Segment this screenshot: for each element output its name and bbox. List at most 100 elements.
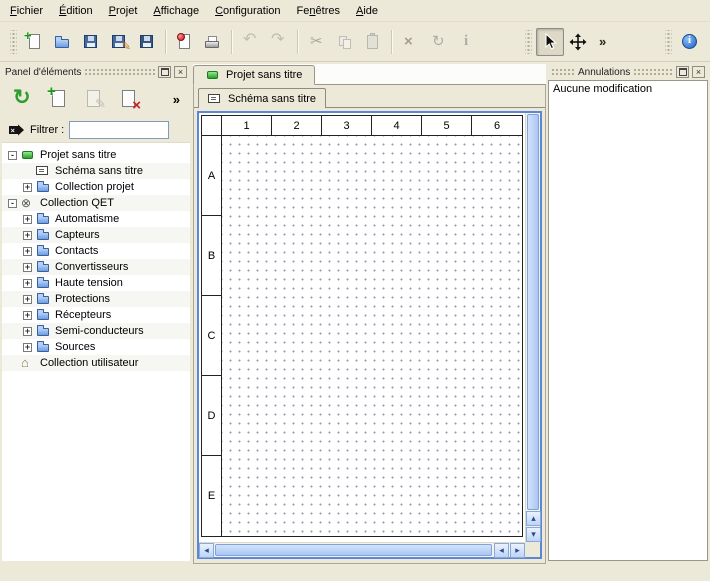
menu-affichage[interactable]: Affichage <box>145 2 207 20</box>
tree-item-convertisseurs[interactable]: +Convertisseurs <box>2 259 190 275</box>
tree-item-schema-sans-titre[interactable]: Schéma sans titre <box>2 163 190 179</box>
new-element-button[interactable]: + <box>43 84 73 114</box>
scroll-right-button[interactable] <box>510 543 525 558</box>
undo-panel-titlebar[interactable]: Annulations × <box>548 64 708 80</box>
tree-expander-plus[interactable]: + <box>23 311 32 320</box>
scroll-left-button[interactable] <box>199 543 214 558</box>
toolbar-grip[interactable] <box>665 30 672 54</box>
horizontal-scrollbar[interactable] <box>199 542 525 557</box>
delete-element-button[interactable]: × <box>113 84 143 114</box>
ruler-corner <box>202 116 222 136</box>
diagram-canvas[interactable] <box>222 136 522 536</box>
paste-icon <box>364 33 382 51</box>
save-file-icon <box>82 33 100 51</box>
cut-button[interactable]: ✂ <box>303 28 331 56</box>
delete-selection-icon: × <box>402 33 420 51</box>
select-mode-button[interactable] <box>536 28 564 56</box>
project-tabbar: Projet sans titre <box>193 64 546 85</box>
copy-icon <box>336 33 354 51</box>
menu-projet[interactable]: Projet <box>101 2 146 20</box>
tree-expander-plus[interactable]: + <box>23 215 32 224</box>
close-undo-panel-button[interactable]: × <box>692 66 705 78</box>
user-collection-icon: ⌂ <box>21 357 36 369</box>
filter-input[interactable] <box>69 121 169 139</box>
close-file-button[interactable] <box>171 28 199 56</box>
scroll-down-button[interactable] <box>526 527 541 542</box>
paste-button[interactable] <box>359 28 387 56</box>
tree-item-collection-projet[interactable]: +Collection projet <box>2 179 190 195</box>
tab-schema-sans-titre[interactable]: Schéma sans titre <box>198 88 326 108</box>
undo-list: Aucune modification <box>548 80 708 561</box>
menu-fichier[interactable]: Fichier <box>2 2 51 20</box>
elements-panel-titlebar[interactable]: Panel d'éléments × <box>2 64 190 80</box>
redo-button[interactable]: ↷ <box>265 28 293 56</box>
cut-icon: ✂ <box>308 33 326 51</box>
tree-item-recepteurs[interactable]: +Récepteurs <box>2 307 190 323</box>
new-file-button[interactable]: + <box>21 28 49 56</box>
tree-expander-plus[interactable]: + <box>23 247 32 256</box>
tree-item-label: Collection utilisateur <box>40 357 138 369</box>
copy-button[interactable] <box>331 28 359 56</box>
tree-item-capteurs[interactable]: +Capteurs <box>2 227 190 243</box>
float-panel-button[interactable] <box>158 66 171 78</box>
h-scroll-thumb[interactable] <box>215 544 492 556</box>
tree-expander-plus[interactable]: + <box>23 327 32 336</box>
tree-item-automatisme[interactable]: +Automatisme <box>2 211 190 227</box>
tree-expander-plus[interactable]: + <box>23 183 32 192</box>
pan-mode-button[interactable] <box>564 28 592 56</box>
rotate-selection-button[interactable]: ↻ <box>425 28 453 56</box>
print-button[interactable] <box>199 28 227 56</box>
toolbar-grip[interactable] <box>10 30 17 54</box>
menu-fenetres[interactable]: Fenêtres <box>289 2 348 20</box>
save-file-button[interactable] <box>77 28 105 56</box>
save-all-files-button[interactable] <box>133 28 161 56</box>
panel-toolbar-overflow-button[interactable]: » <box>169 90 184 109</box>
tree-item-semi-conducteurs[interactable]: +Semi-conducteurs <box>2 323 190 339</box>
tree-item-haute-tension[interactable]: +Haute tension <box>2 275 190 291</box>
tree-item-label: Contacts <box>55 245 98 257</box>
tree-expander-plus[interactable]: + <box>23 279 32 288</box>
toolbar-grip[interactable] <box>525 30 532 54</box>
tree-item-protections[interactable]: +Protections <box>2 291 190 307</box>
v-scroll-thumb[interactable] <box>527 114 539 510</box>
tree-expander-plus[interactable]: + <box>23 231 32 240</box>
open-file-button[interactable] <box>49 28 77 56</box>
toolbar-overflow-button[interactable]: » <box>592 28 620 56</box>
tree-indent <box>5 171 23 172</box>
tree-expander-plus[interactable]: + <box>23 263 32 272</box>
tree-expander-minus[interactable]: - <box>8 199 17 208</box>
undo-button[interactable]: ↶ <box>237 28 265 56</box>
scroll-left-end-button[interactable] <box>494 543 509 558</box>
tree-item-projet-sans-titre[interactable]: -Projet sans titre <box>2 147 190 163</box>
about-qet-button[interactable]: i <box>676 28 704 56</box>
menu-configuration[interactable]: Configuration <box>207 2 288 20</box>
close-panel-button[interactable]: × <box>174 66 187 78</box>
toolbar-overflow-icon: » <box>597 33 615 51</box>
undo-list-item[interactable]: Aucune modification <box>549 81 707 97</box>
vertical-scrollbar[interactable] <box>525 113 540 542</box>
toolbar-separator <box>391 30 393 54</box>
tree-item-collection-qet[interactable]: -⊗Collection QET <box>2 195 190 211</box>
toolbar-separator <box>231 30 233 54</box>
tree-expander-plus[interactable]: + <box>23 343 32 352</box>
menu-edition[interactable]: Édition <box>51 2 101 20</box>
reload-button[interactable]: ↻ <box>8 84 38 114</box>
tree-expander-minus[interactable]: - <box>8 151 17 160</box>
scroll-up-button[interactable] <box>526 511 541 526</box>
tree-item-sources[interactable]: +Sources <box>2 339 190 355</box>
edit-element-button[interactable]: ✎ <box>78 84 108 114</box>
element-infos-button[interactable]: i <box>453 28 481 56</box>
elements-panel-toolbar: ↻+✎ × » <box>2 80 190 118</box>
clear-filter-icon[interactable]: × <box>8 124 25 136</box>
tree-expander-plus[interactable]: + <box>23 295 32 304</box>
tab-projet-sans-titre[interactable]: Projet sans titre <box>193 65 315 85</box>
tree-indent <box>5 283 23 284</box>
diagram-viewport[interactable]: 123456 ABCDE <box>199 113 525 542</box>
tree-item-collection-utilisateur[interactable]: ⌂ Collection utilisateur <box>2 355 190 371</box>
float-undo-panel-button[interactable] <box>676 66 689 78</box>
save-file-as-button[interactable]: ✎ <box>105 28 133 56</box>
tree-item-contacts[interactable]: + Contacts <box>2 243 190 259</box>
delete-element-icon: × <box>116 87 140 111</box>
menu-aide[interactable]: Aide <box>348 2 386 20</box>
delete-selection-button[interactable]: × <box>397 28 425 56</box>
